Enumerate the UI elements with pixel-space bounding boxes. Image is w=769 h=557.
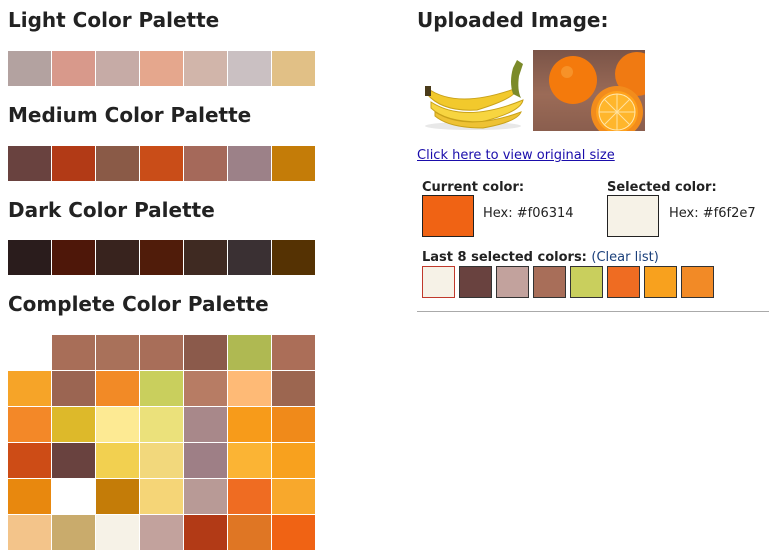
complete-palette-swatch[interactable] — [96, 443, 139, 478]
dark-palette — [8, 240, 316, 275]
view-original-link[interactable]: Click here to view original size — [417, 148, 615, 163]
complete-palette-swatch[interactable] — [8, 335, 51, 370]
complete-palette-swatch[interactable] — [8, 407, 51, 442]
light-palette-swatch[interactable] — [272, 51, 315, 86]
medium-palette-swatch[interactable] — [272, 146, 315, 181]
medium-palette-swatch[interactable] — [96, 146, 139, 181]
complete-palette-swatch[interactable] — [140, 335, 183, 370]
dark-palette-swatch[interactable] — [228, 240, 271, 275]
complete-palette-swatch[interactable] — [272, 335, 315, 370]
recent-color-swatch[interactable] — [570, 266, 603, 298]
medium-palette-swatch[interactable] — [140, 146, 183, 181]
complete-palette-swatch[interactable] — [52, 371, 95, 406]
uploaded-image-heading: Uploaded Image: — [417, 8, 609, 32]
complete-palette-swatch[interactable] — [140, 371, 183, 406]
selected-color-swatch — [607, 195, 659, 237]
medium-palette-swatch[interactable] — [184, 146, 227, 181]
recent-colors-row — [422, 266, 714, 298]
current-color-hex: Hex: #f06314 — [483, 206, 574, 221]
recent-color-swatch[interactable] — [496, 266, 529, 298]
complete-palette-swatch[interactable] — [96, 371, 139, 406]
light-palette-swatch[interactable] — [8, 51, 51, 86]
complete-palette-swatch[interactable] — [184, 371, 227, 406]
complete-palette-swatch[interactable] — [8, 479, 51, 514]
complete-palette-swatch[interactable] — [228, 407, 271, 442]
complete-palette-swatch[interactable] — [272, 443, 315, 478]
dark-palette-swatch[interactable] — [52, 240, 95, 275]
light-palette-swatch[interactable] — [52, 51, 95, 86]
medium-palette-swatch[interactable] — [8, 146, 51, 181]
complete-palette-grid — [8, 335, 315, 550]
complete-palette-swatch[interactable] — [96, 335, 139, 370]
dark-palette-swatch[interactable] — [184, 240, 227, 275]
light-palette-heading: Light Color Palette — [8, 8, 220, 32]
recent-color-swatch[interactable] — [533, 266, 566, 298]
medium-palette-heading: Medium Color Palette — [8, 103, 252, 127]
selected-color-label: Selected color: — [607, 180, 717, 195]
complete-palette-heading: Complete Color Palette — [8, 292, 269, 316]
medium-palette-swatch[interactable] — [228, 146, 271, 181]
complete-palette-swatch[interactable] — [52, 407, 95, 442]
complete-palette-swatch[interactable] — [52, 479, 95, 514]
complete-palette-swatch[interactable] — [272, 371, 315, 406]
complete-palette-swatch[interactable] — [96, 407, 139, 442]
current-color-swatch — [422, 195, 474, 237]
dark-palette-heading: Dark Color Palette — [8, 198, 215, 222]
light-palette — [8, 51, 316, 86]
uploaded-images — [417, 50, 645, 131]
light-palette-swatch[interactable] — [140, 51, 183, 86]
complete-palette-swatch[interactable] — [52, 443, 95, 478]
complete-palette-swatch[interactable] — [228, 479, 271, 514]
complete-palette-swatch[interactable] — [96, 515, 139, 550]
dark-palette-swatch[interactable] — [8, 240, 51, 275]
orange-image[interactable] — [533, 50, 645, 131]
complete-palette-swatch[interactable] — [228, 371, 271, 406]
selected-color-hex: Hex: #f6f2e7 — [669, 206, 756, 221]
complete-palette-swatch[interactable] — [8, 443, 51, 478]
complete-palette-swatch[interactable] — [184, 479, 227, 514]
complete-palette-swatch[interactable] — [228, 335, 271, 370]
recent-color-swatch[interactable] — [459, 266, 492, 298]
complete-palette-swatch[interactable] — [184, 515, 227, 550]
complete-palette-swatch[interactable] — [52, 515, 95, 550]
recent-color-swatch[interactable] — [607, 266, 640, 298]
complete-palette-swatch[interactable] — [52, 335, 95, 370]
medium-palette-swatch[interactable] — [52, 146, 95, 181]
recent-color-swatch[interactable] — [644, 266, 677, 298]
recent-colors-label: Last 8 selected colors: (Clear list) — [422, 250, 659, 265]
complete-palette-swatch[interactable] — [184, 407, 227, 442]
complete-palette-swatch[interactable] — [8, 371, 51, 406]
complete-palette-swatch[interactable] — [96, 479, 139, 514]
complete-palette-swatch[interactable] — [184, 443, 227, 478]
complete-palette-swatch[interactable] — [272, 407, 315, 442]
recent-colors-title: Last 8 selected colors: — [422, 250, 587, 265]
light-palette-swatch[interactable] — [228, 51, 271, 86]
recent-color-swatch[interactable] — [681, 266, 714, 298]
recent-color-swatch[interactable] — [422, 266, 455, 298]
complete-palette-swatch[interactable] — [228, 515, 271, 550]
complete-palette-swatch[interactable] — [140, 515, 183, 550]
current-color-label: Current color: — [422, 180, 525, 195]
complete-palette-swatch[interactable] — [140, 443, 183, 478]
divider — [417, 311, 769, 312]
light-palette-swatch[interactable] — [184, 51, 227, 86]
complete-palette-swatch[interactable] — [8, 515, 51, 550]
complete-palette-swatch[interactable] — [140, 407, 183, 442]
dark-palette-swatch[interactable] — [272, 240, 315, 275]
complete-palette-swatch[interactable] — [184, 335, 227, 370]
complete-palette-swatch[interactable] — [140, 479, 183, 514]
complete-palette-swatch[interactable] — [228, 443, 271, 478]
dark-palette-swatch[interactable] — [96, 240, 139, 275]
dark-palette-swatch[interactable] — [140, 240, 183, 275]
complete-palette-swatch[interactable] — [272, 479, 315, 514]
banana-image[interactable] — [417, 50, 529, 131]
medium-palette — [8, 146, 316, 181]
complete-palette-swatch[interactable] — [272, 515, 315, 550]
clear-list-link[interactable]: (Clear list) — [591, 250, 658, 265]
light-palette-swatch[interactable] — [96, 51, 139, 86]
